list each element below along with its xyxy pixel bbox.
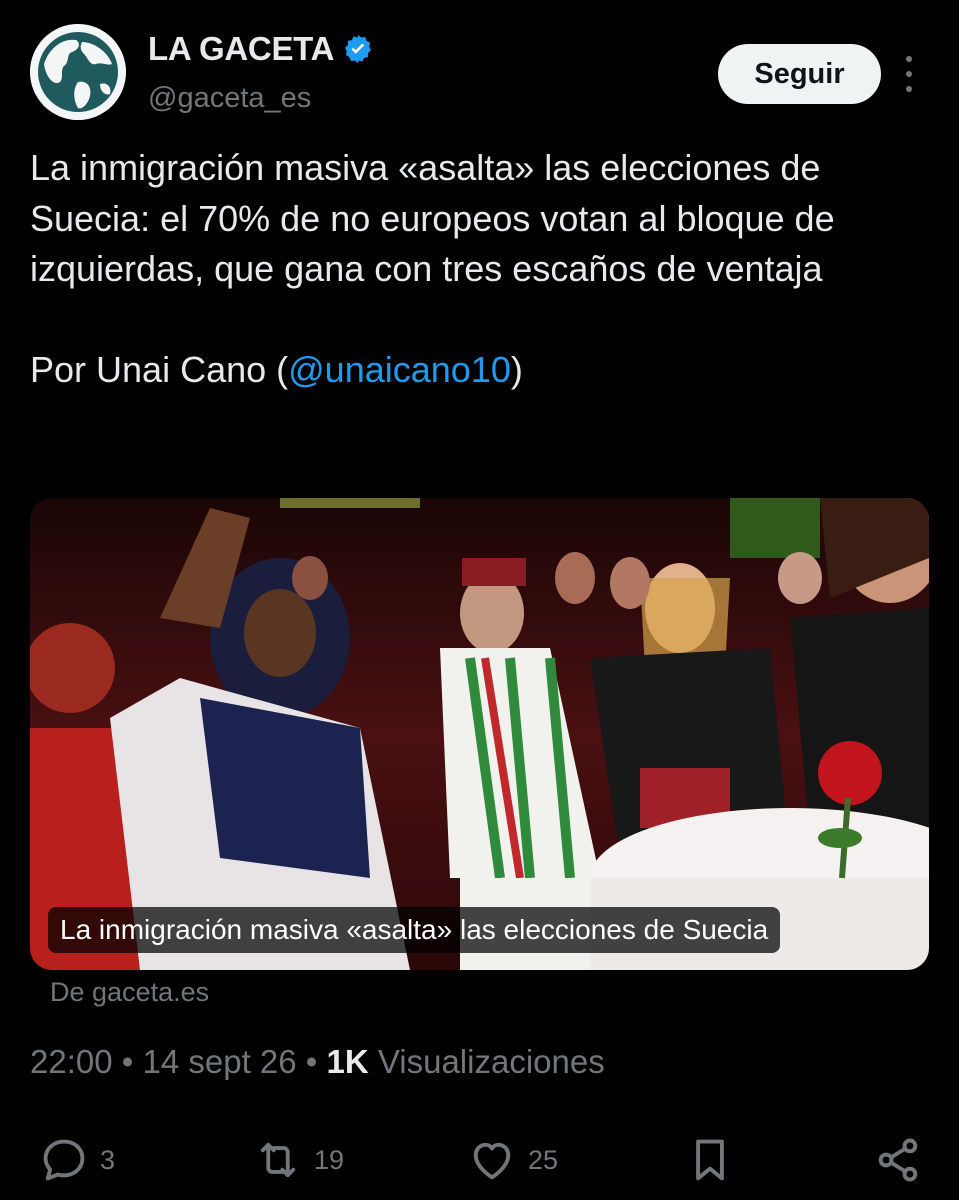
action-bar: 3 19 25	[0, 1130, 959, 1190]
card-source[interactable]: De gaceta.es	[50, 977, 209, 1008]
mention-link[interactable]: @unaicano10	[288, 349, 511, 390]
reply-count: 3	[100, 1144, 116, 1175]
meta-separator: •	[112, 1043, 143, 1080]
retweet-count: 19	[314, 1144, 345, 1175]
more-dot	[906, 56, 912, 62]
more-options-icon[interactable]	[898, 56, 920, 92]
more-dot	[906, 71, 912, 77]
reply-button[interactable]: 3	[38, 1130, 115, 1190]
tweet-time[interactable]: 22:00	[30, 1043, 113, 1080]
tweet-text: La inmigración masiva «asalta» las elecc…	[30, 143, 920, 395]
link-card[interactable]: La inmigración masiva «asalta» las elecc…	[30, 498, 929, 970]
tweet-byline: Por Unai Cano (@unaicano10)	[30, 345, 920, 396]
card-photo	[30, 498, 929, 970]
meta-separator: •	[296, 1043, 327, 1080]
share-icon	[878, 1138, 918, 1182]
author-name[interactable]: LA GACETA	[148, 30, 334, 68]
byline-prefix: Por Unai Cano (	[30, 348, 289, 390]
views-label: Visualizaciones	[368, 1043, 605, 1080]
author-name-row[interactable]: LA GACETA	[148, 30, 374, 68]
heart-icon	[473, 1142, 511, 1180]
tweet-date[interactable]: 14 sept 26	[142, 1043, 296, 1080]
retweet-button[interactable]: 19	[252, 1130, 344, 1190]
card-caption: La inmigración masiva «asalta» las elecc…	[48, 907, 781, 953]
retweet-icon	[260, 1142, 296, 1178]
reply-icon	[43, 1139, 85, 1181]
author-avatar[interactable]	[30, 24, 126, 120]
tweet-meta: 22:00 • 14 sept 26 • 1K Visualizaciones	[30, 1043, 605, 1081]
globe-icon	[30, 24, 126, 120]
bookmark-icon	[696, 1139, 724, 1181]
more-dot	[906, 86, 912, 92]
follow-button[interactable]: Seguir	[718, 44, 881, 104]
tweet-body: La inmigración masiva «asalta» las elecc…	[30, 147, 835, 289]
like-count: 25	[528, 1144, 559, 1175]
verified-badge-icon	[345, 35, 372, 63]
byline-suffix: )	[510, 348, 523, 390]
bookmark-button[interactable]	[684, 1130, 736, 1190]
like-button[interactable]: 25	[466, 1130, 558, 1190]
author-handle[interactable]: @gaceta_es	[148, 82, 311, 115]
views-count: 1K	[326, 1043, 369, 1080]
share-button[interactable]	[872, 1130, 924, 1190]
